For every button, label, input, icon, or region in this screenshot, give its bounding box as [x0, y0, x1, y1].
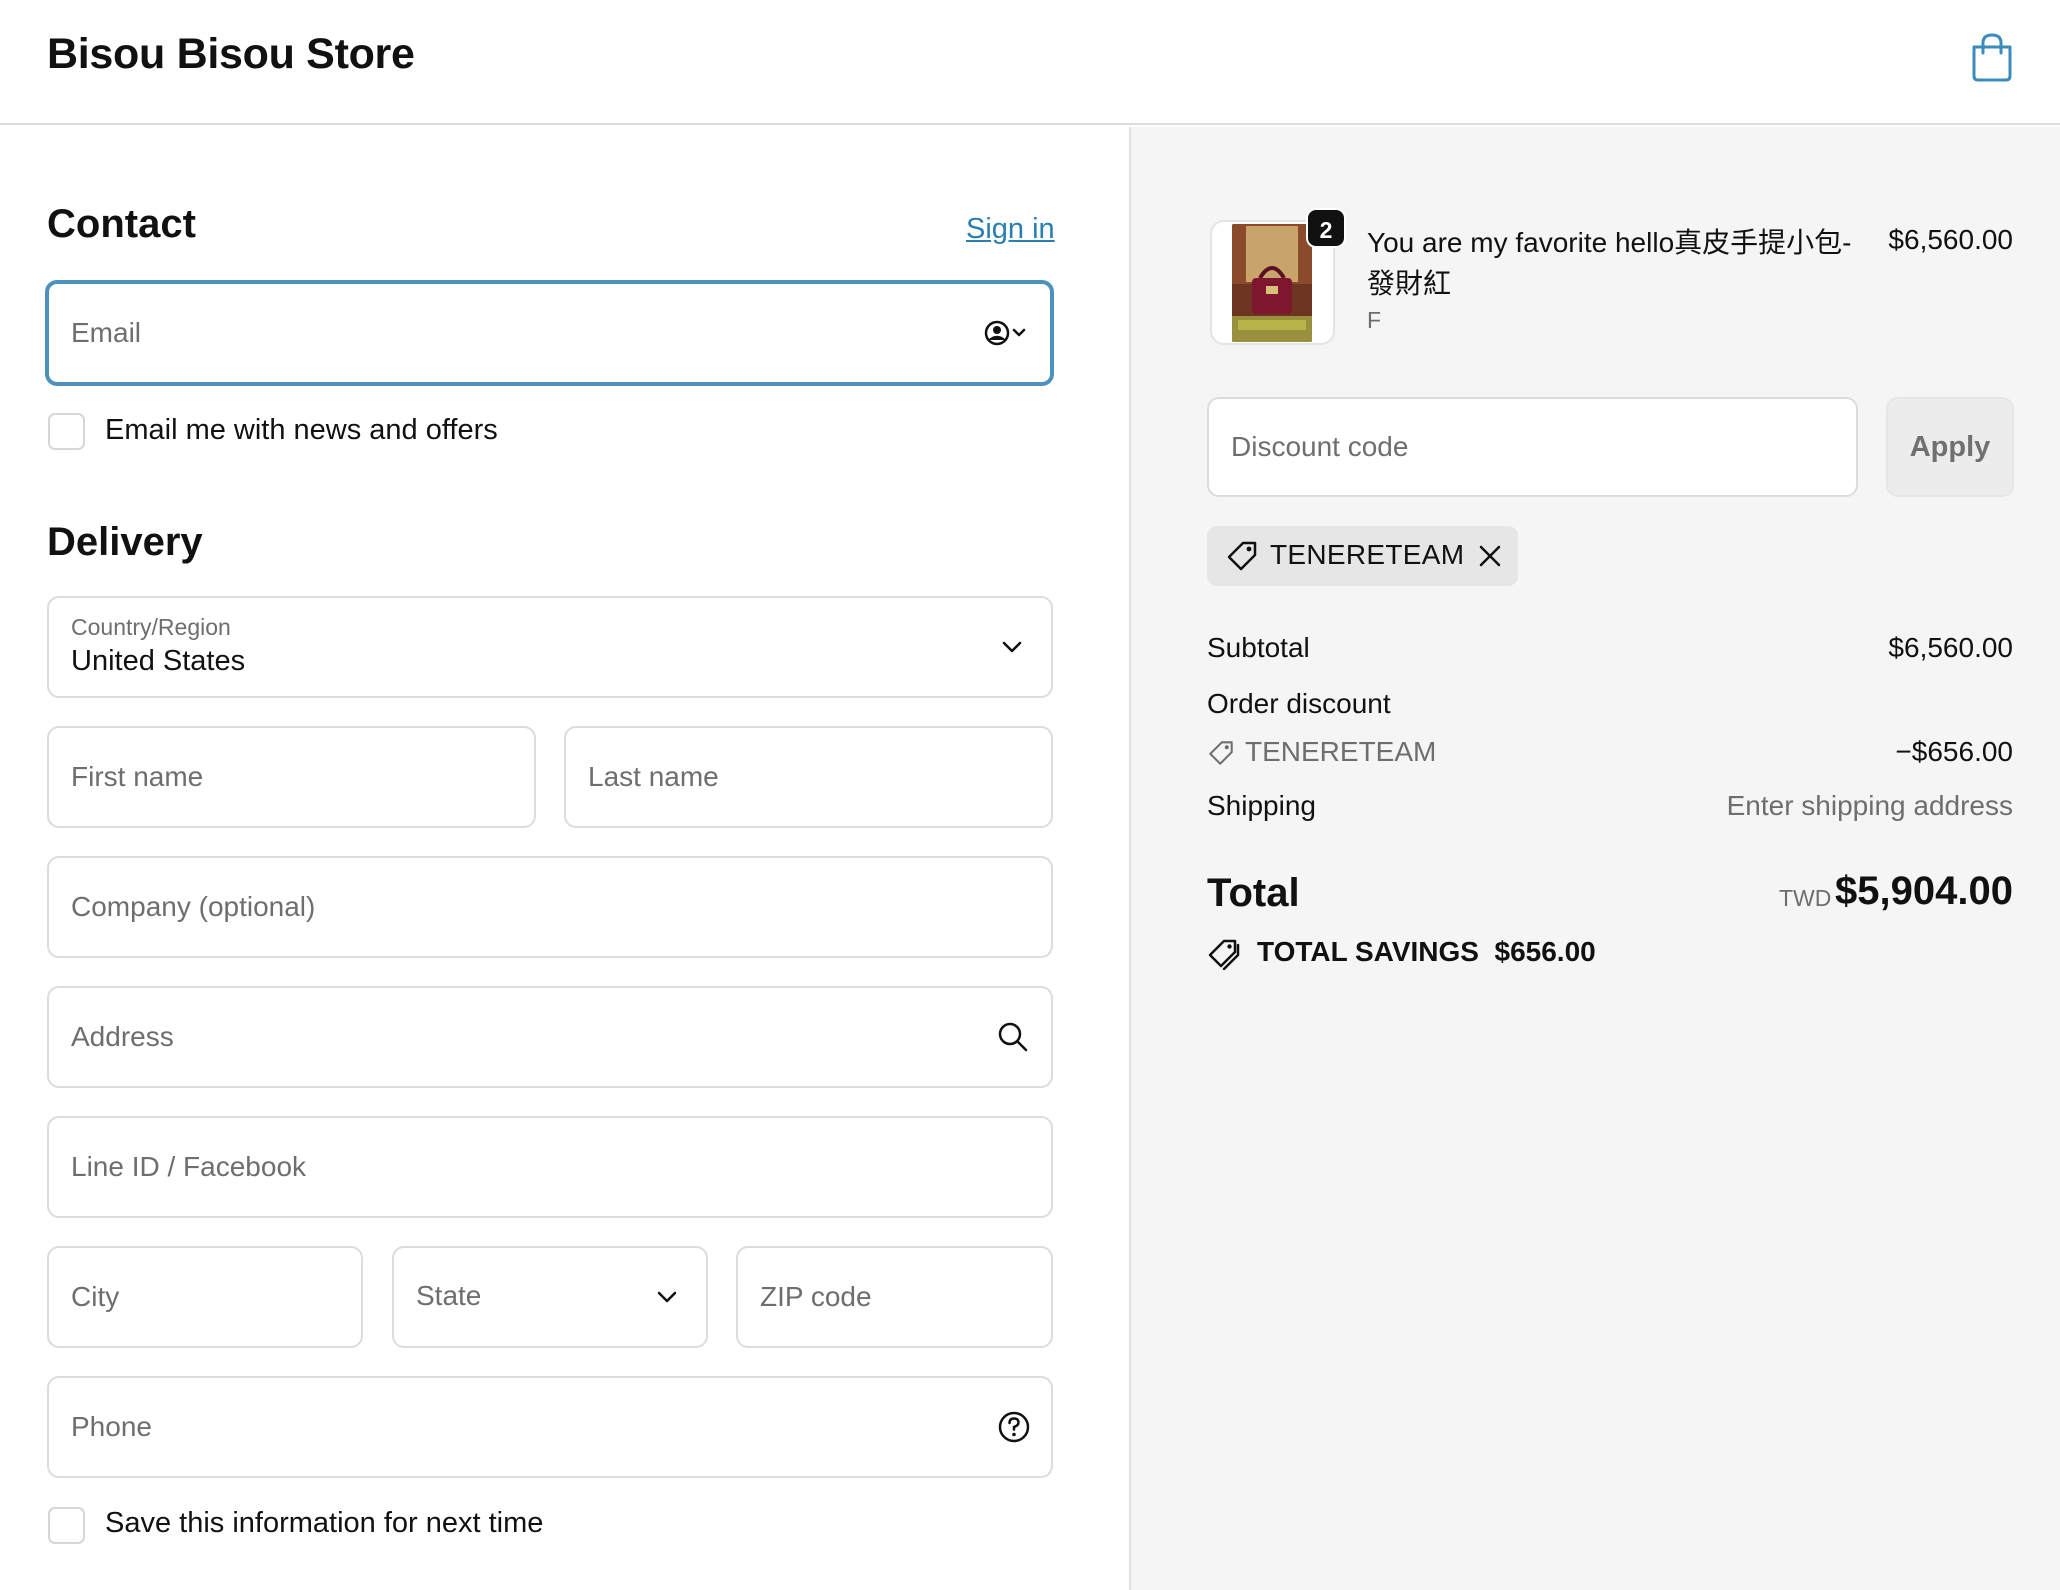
chevron-down-icon: [657, 1291, 677, 1303]
newsletter-checkbox[interactable]: [48, 413, 85, 450]
discount-code-placeholder: Discount code: [1231, 431, 1409, 462]
last-name-field[interactable]: Last name: [564, 726, 1053, 828]
applied-discount-chip: TENERETEAM: [1207, 526, 1518, 586]
email-placeholder: Email: [71, 317, 142, 348]
total-value: $5,904.00: [1835, 869, 2013, 913]
close-icon[interactable]: [1477, 543, 1503, 569]
tag-icon: [1227, 541, 1257, 571]
quantity-badge: 2: [1306, 208, 1346, 248]
search-icon: [998, 1022, 1028, 1052]
subtotal-value: $6,560.00: [1888, 632, 2013, 663]
order-discount-label: Order discount: [1207, 688, 1391, 719]
delivery-heading: Delivery: [47, 520, 203, 564]
address-field[interactable]: Address: [47, 986, 1053, 1088]
chevron-down-icon: [1002, 641, 1022, 653]
shopping-bag-icon[interactable]: [1968, 32, 2016, 82]
save-info-checkbox[interactable]: [48, 1507, 85, 1544]
city-field[interactable]: City: [47, 1246, 363, 1348]
first-name-field[interactable]: First name: [47, 726, 536, 828]
company-field[interactable]: Company (optional): [47, 856, 1053, 958]
page-header: Bisou Bisou Store: [0, 0, 2060, 125]
total-label: Total: [1207, 871, 1300, 915]
zip-code-field[interactable]: ZIP code: [736, 1246, 1053, 1348]
contact-heading: Contact: [47, 202, 196, 246]
state-select[interactable]: State: [392, 1246, 708, 1348]
tag-icon: [1209, 741, 1233, 765]
sign-in-link[interactable]: Sign in: [966, 213, 1055, 246]
phone-field[interactable]: Phone: [47, 1376, 1053, 1478]
discount-code-field[interactable]: Discount code: [1207, 397, 1858, 497]
total-savings: TOTAL SAVINGS $656.00: [1257, 936, 1596, 968]
discount-code-line: TENERETEAM: [1245, 736, 1437, 767]
savings-tags-icon: [1208, 939, 1240, 970]
line-id-placeholder: Line ID / Facebook: [71, 1151, 307, 1182]
product-variant: F: [1367, 307, 1382, 333]
product-price: $6,560.00: [1888, 224, 2013, 255]
shipping-label: Shipping: [1207, 790, 1316, 821]
address-placeholder: Address: [71, 1021, 174, 1052]
city-placeholder: City: [71, 1281, 120, 1312]
country-select[interactable]: Country/Region United States: [47, 596, 1053, 698]
subtotal-label: Subtotal: [1207, 632, 1310, 663]
help-circle-icon[interactable]: [997, 1410, 1031, 1444]
state-placeholder: State: [416, 1280, 482, 1311]
product-name: You are my favorite hello真皮手提小包-發財紅: [1367, 227, 1852, 299]
store-name[interactable]: Bisou Bisou Store: [47, 30, 415, 79]
save-info-label: Save this information for next time: [105, 1507, 544, 1539]
first-name-placeholder: First name: [71, 761, 204, 792]
zip-code-placeholder: ZIP code: [760, 1281, 872, 1312]
order-summary: [1129, 127, 2060, 1590]
apply-discount-button[interactable]: Apply: [1886, 397, 2014, 497]
handbag-photo: [1232, 224, 1312, 342]
currency-code: TWD: [1779, 885, 1832, 911]
applied-discount-code: TENERETEAM: [1270, 539, 1465, 570]
email-field[interactable]: Email: [45, 280, 1054, 386]
discount-value: −$656.00: [1895, 736, 2013, 767]
shipping-value: Enter shipping address: [1726, 790, 2013, 821]
country-label: Country/Region: [71, 614, 231, 640]
newsletter-label: Email me with news and offers: [105, 414, 498, 446]
company-placeholder: Company (optional): [71, 891, 316, 922]
line-id-field[interactable]: Line ID / Facebook: [47, 1116, 1053, 1218]
product-image: [1232, 224, 1312, 342]
total-savings-label: TOTAL SAVINGS: [1257, 936, 1479, 967]
country-value: United States: [71, 645, 246, 677]
total-savings-value: $656.00: [1494, 936, 1596, 967]
account-autofill-icon[interactable]: [983, 318, 1031, 348]
phone-placeholder: Phone: [71, 1411, 152, 1442]
last-name-placeholder: Last name: [588, 761, 719, 792]
